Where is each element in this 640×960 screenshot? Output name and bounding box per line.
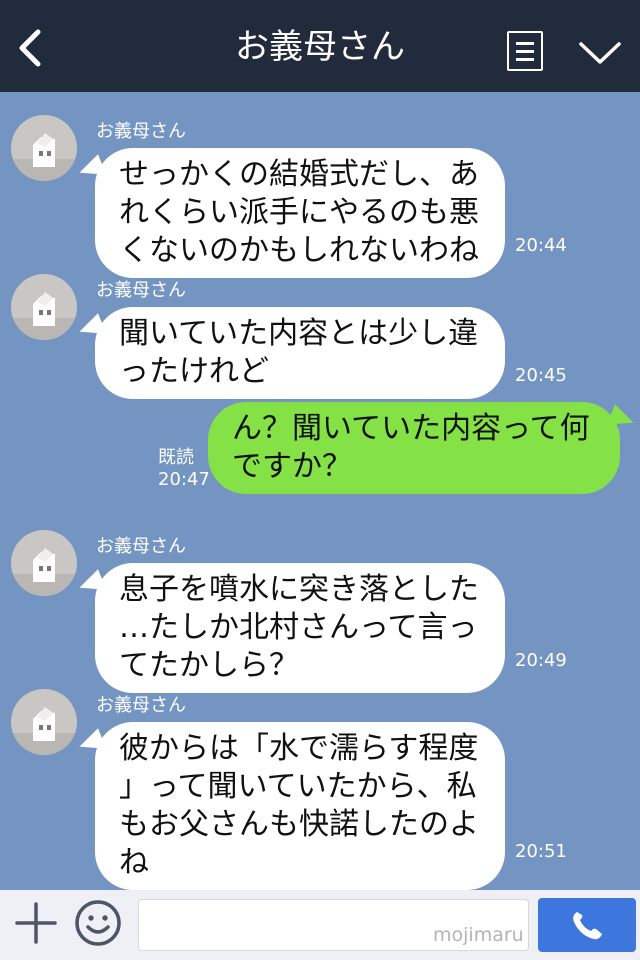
message-time: 20:51 bbox=[515, 841, 567, 862]
avatar[interactable] bbox=[11, 115, 77, 181]
sender-name: お義母さん bbox=[96, 695, 186, 716]
message-bubble[interactable]: 聞いていた内容とは少し違 ったけれど bbox=[95, 307, 505, 399]
message-line: …たしか北村さんって言っ bbox=[119, 610, 478, 645]
message-line: 息子を噴水に突き落とした bbox=[119, 572, 479, 607]
message-time: 20:47 bbox=[158, 469, 210, 490]
sender-name: お義母さん bbox=[96, 536, 186, 557]
notes-menu-icon[interactable] bbox=[507, 31, 543, 71]
read-receipt: 既読 20:47 bbox=[158, 447, 210, 491]
send-button[interactable] bbox=[538, 898, 636, 952]
sender-name: お義母さん bbox=[96, 121, 186, 142]
message-bubble[interactable]: 彼からは「水で濡らす程度 」って聞いていたから、私 もお父さんも快諾したのよ ね bbox=[95, 722, 505, 890]
message-line: ったけれど bbox=[119, 354, 269, 389]
message-line: ですか？ bbox=[232, 449, 352, 484]
chevron-down-icon[interactable] bbox=[578, 40, 622, 66]
chat-area[interactable]: お義母さん せっかくの結婚式だし、あ れくらい派手にやるのも悪 くないのかもしれ… bbox=[0, 92, 640, 890]
chat-title: お義母さん bbox=[235, 27, 405, 67]
message-line: くないのかもしれないわね bbox=[119, 233, 479, 268]
read-label: 既読 bbox=[158, 447, 194, 468]
message-bubble[interactable]: ん？聞いていた内容って何 ですか？ bbox=[208, 402, 620, 494]
message-line: せっかくの結婚式だし、あ bbox=[119, 157, 479, 192]
message-line: もお父さんも快諾したのよ bbox=[119, 807, 479, 842]
message-time: 20:44 bbox=[515, 235, 567, 256]
avatar[interactable] bbox=[11, 530, 77, 596]
avatar[interactable] bbox=[11, 689, 77, 755]
message-line: ね bbox=[119, 845, 149, 880]
message-line: 」って聞いていたから、私 bbox=[119, 769, 477, 804]
message-line: てたかしら？ bbox=[119, 648, 299, 683]
message-bubble[interactable]: 息子を噴水に突き落とした …たしか北村さんって言っ てたかしら？ bbox=[95, 563, 505, 693]
input-bar bbox=[0, 890, 640, 960]
plus-icon[interactable] bbox=[14, 901, 58, 945]
smiley-icon[interactable] bbox=[74, 899, 122, 947]
watermark-text: mojimaru bbox=[433, 924, 524, 946]
message-line: 聞いていた内容とは少し違 bbox=[119, 316, 479, 351]
chat-header: お義母さん bbox=[0, 0, 640, 92]
phone-icon bbox=[573, 912, 602, 940]
message-bubble[interactable]: せっかくの結婚式だし、あ れくらい派手にやるのも悪 くないのかもしれないわね bbox=[95, 148, 505, 278]
message-time: 20:45 bbox=[515, 365, 567, 386]
message-line: 彼からは「水で濡らす程度 bbox=[119, 731, 479, 766]
avatar[interactable] bbox=[11, 274, 77, 340]
sender-name: お義母さん bbox=[96, 280, 186, 301]
message-line: れくらい派手にやるのも悪 bbox=[119, 195, 479, 230]
message-time: 20:49 bbox=[515, 650, 567, 671]
message-line: ん？聞いていた内容って何 bbox=[232, 411, 590, 446]
